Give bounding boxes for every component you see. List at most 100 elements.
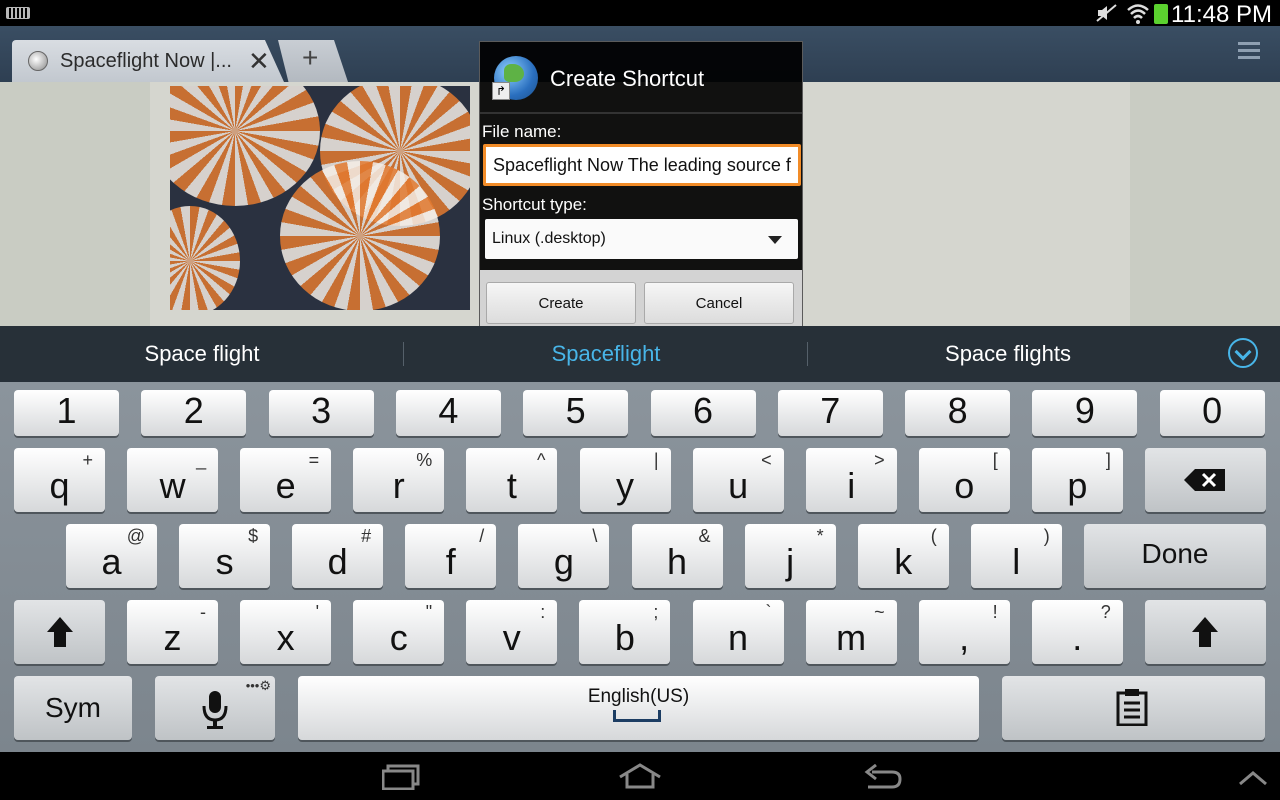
key-z[interactable]: z- [127, 600, 218, 664]
key-b[interactable]: b; [579, 600, 671, 664]
shortcut-arrow-icon: ↱ [492, 82, 510, 100]
suggestion-1[interactable]: Space flight [2, 341, 402, 367]
key-1[interactable]: 1 [14, 390, 119, 436]
key-d[interactable]: d # [292, 524, 384, 588]
key-g[interactable]: g \ [518, 524, 610, 588]
key-3[interactable]: 3 [268, 390, 374, 436]
key-s[interactable]: s $ [179, 524, 271, 588]
shortcut-type-select[interactable]: Linux (.desktop) [485, 219, 798, 259]
key-5[interactable]: 5 [523, 390, 629, 436]
key-alt-label: $ [248, 526, 259, 546]
key-j[interactable]: j * [744, 524, 836, 588]
key-7[interactable]: 7 [777, 390, 883, 436]
key-o[interactable]: o[ [918, 448, 1010, 512]
key-r[interactable]: r% [353, 448, 445, 512]
space-key[interactable]: English(US) [298, 676, 979, 740]
key-label: x [276, 617, 295, 658]
key-alt-label: [ [992, 450, 998, 470]
recent-apps-icon[interactable] [382, 764, 420, 790]
key-label: 4 [438, 390, 459, 431]
suggestion-bar: Space flight Spaceflight Space flights [0, 326, 1280, 382]
done-key[interactable]: Done [1084, 524, 1266, 588]
key-label: k [894, 541, 913, 582]
key-y[interactable]: y | [579, 448, 671, 512]
create-button[interactable]: Create [486, 282, 636, 324]
key-h[interactable]: h & [631, 524, 723, 588]
key-label: 9 [1074, 390, 1095, 431]
key-k[interactable]: k( [857, 524, 949, 588]
key-9[interactable]: 9 [1032, 390, 1138, 436]
key-w[interactable]: w _ [127, 448, 219, 512]
key-label: 6 [692, 390, 714, 431]
shift-key-left[interactable] [14, 600, 105, 664]
key-label: e [275, 465, 296, 506]
key-alt-label: - [200, 602, 206, 622]
key-period[interactable]: .? [1031, 600, 1123, 664]
key-alt-label: > [874, 450, 885, 470]
key-8[interactable]: 8 [905, 390, 1011, 436]
key-label: 1 [56, 390, 77, 431]
key-label: o [954, 465, 975, 506]
key-label: i [847, 465, 856, 506]
key-alt-label: ` [765, 602, 772, 622]
shift-key-right[interactable] [1145, 600, 1266, 664]
chevron-up-icon[interactable] [1238, 770, 1268, 786]
key-v[interactable]: v: [466, 600, 558, 664]
key-f[interactable]: f / [405, 524, 497, 588]
key-x[interactable]: x ' [240, 600, 332, 664]
key-e[interactable]: e = [240, 448, 332, 512]
key-4[interactable]: 4 [395, 390, 501, 436]
key-label: 3 [311, 390, 332, 431]
backspace-key[interactable] [1145, 448, 1266, 512]
key-label: . [1072, 617, 1083, 658]
home-icon[interactable] [617, 763, 663, 789]
key-alt-label: ) [1043, 526, 1050, 546]
key-c[interactable]: c " [353, 600, 445, 664]
battery-icon [1154, 4, 1168, 24]
article-photo[interactable] [170, 86, 470, 310]
status-bar: 11:48 PM [0, 0, 1280, 28]
done-label: Done [1141, 538, 1209, 569]
suggestion-3[interactable]: Space flights [808, 341, 1208, 367]
key-alt-label: ] [1105, 450, 1111, 470]
key-label: s [215, 541, 234, 582]
plus-icon: + [302, 42, 319, 73]
key-label: 7 [820, 390, 841, 431]
voice-input-key[interactable]: •••⚙ [155, 676, 275, 740]
key-q[interactable]: q + [14, 448, 105, 512]
sym-key[interactable]: Sym [14, 676, 132, 740]
cancel-button[interactable]: Cancel [644, 282, 794, 324]
key-label: g [553, 541, 574, 582]
clipboard-key[interactable] [1002, 676, 1265, 740]
key-l[interactable]: l) [970, 524, 1062, 588]
key-alt-label: \ [592, 526, 598, 546]
shortcut-type-value: Linux (.desktop) [492, 230, 606, 247]
suggestion-2[interactable]: Spaceflight [406, 341, 806, 367]
key-comma[interactable]: ,! [918, 600, 1010, 664]
menu-icon[interactable] [1238, 42, 1260, 66]
key-0[interactable]: 0 [1159, 390, 1265, 436]
browser-tab[interactable]: Spaceflight Now |... ✕ [12, 40, 284, 82]
key-label: c [389, 617, 408, 658]
key-alt-label: _ [196, 450, 207, 470]
file-name-label: File name: [482, 122, 562, 141]
key-2[interactable]: 2 [141, 390, 247, 436]
back-icon[interactable] [862, 764, 902, 790]
navigation-bar [0, 752, 1280, 800]
key-label: b [614, 617, 635, 658]
key-t[interactable]: t ^ [466, 448, 558, 512]
new-tab-button[interactable]: + [278, 40, 348, 82]
key-i[interactable]: i > [805, 448, 897, 512]
tab-close-button[interactable]: ✕ [248, 46, 270, 77]
key-a[interactable]: a @ [66, 524, 157, 588]
key-label: t [506, 465, 517, 506]
key-label: 2 [183, 390, 204, 431]
expand-suggestions-icon[interactable] [1228, 338, 1258, 368]
key-6[interactable]: 6 [650, 390, 756, 436]
key-m[interactable]: m ~ [805, 600, 897, 664]
key-label: r [392, 465, 405, 506]
key-n[interactable]: n ` [692, 600, 784, 664]
key-p[interactable]: p] [1031, 448, 1123, 512]
key-u[interactable]: u < [692, 448, 784, 512]
file-name-input[interactable]: Spaceflight Now The leading source f [483, 144, 801, 186]
